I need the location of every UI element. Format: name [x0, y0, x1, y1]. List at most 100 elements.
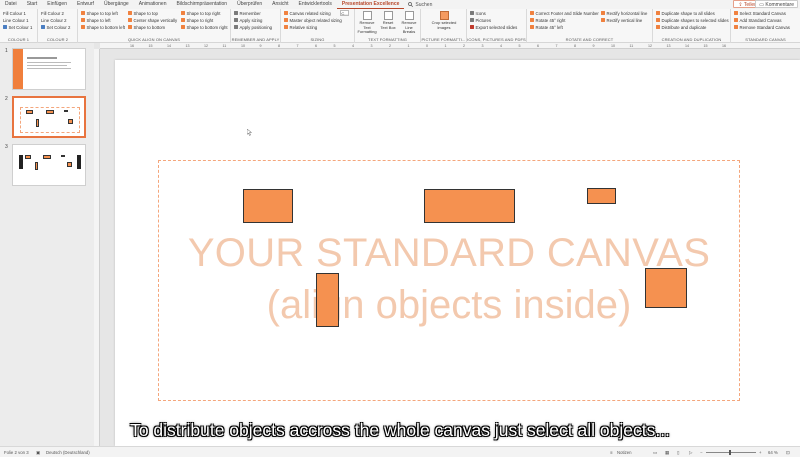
thumbnail-number: 1	[5, 48, 8, 54]
group-label: QUICK ALIGN ON CANVAS	[127, 37, 181, 42]
shape-top-right-button[interactable]: Shape to top right	[181, 10, 220, 16]
zoom-out-icon[interactable]: −	[700, 450, 703, 455]
orange-rectangle-4[interactable]	[316, 273, 339, 327]
zoom-in-icon[interactable]: +	[759, 450, 762, 455]
spellcheck-icon[interactable]: ▣	[36, 450, 40, 456]
center-vertically-button[interactable]: Center shape vertically	[128, 17, 177, 23]
crop-images-button[interactable]: Crop selected images	[431, 11, 457, 30]
group-label: STANDARD CANVAS	[745, 37, 786, 42]
language-indicator[interactable]: Deutsch (Deutschland)	[46, 450, 90, 455]
tab-bildschirmpraesentation[interactable]: Bildschirmpräsentation	[172, 0, 233, 9]
group-colour2: Fill Colour 2 Line Colour 2 Set Colour 2…	[38, 9, 78, 43]
vertical-line-icon	[601, 18, 605, 22]
slideshow-icon[interactable]: ▷	[689, 450, 692, 456]
shape-bottom-right-button[interactable]: Shape to bottom right	[181, 24, 228, 30]
thumb-shape	[64, 110, 68, 112]
orange-rectangle-3[interactable]	[587, 188, 616, 204]
pdf-icon	[470, 25, 474, 29]
group-label: CREATION AND DUPLICATION	[661, 37, 722, 42]
slide-sorter-icon[interactable]: ▦	[665, 450, 669, 456]
shape-bottom-button[interactable]: Shape to bottom	[128, 24, 165, 30]
thumb-shape	[46, 110, 54, 114]
tell-me-search[interactable]: Suchen	[408, 2, 432, 8]
tab-start[interactable]: Start	[22, 0, 43, 9]
export-slides-button[interactable]: Export selected slides	[470, 24, 517, 30]
select-standard-canvas-button[interactable]: Select Standard Canvas	[734, 10, 786, 16]
fill-colour-1-button[interactable]: Fill Colour 1	[3, 10, 26, 16]
shape-left-button[interactable]: Shape to left	[81, 17, 111, 23]
reading-view-icon[interactable]: ▯	[677, 450, 679, 456]
ruler-number: 6	[315, 43, 317, 48]
fit-slide-icon[interactable]: ⊡	[786, 450, 790, 456]
tab-entwicklertools[interactable]: Entwicklertools	[294, 0, 337, 9]
shape-right-button[interactable]: Shape to right	[181, 17, 213, 23]
apply-positioning-button[interactable]: Apply positioning	[234, 24, 272, 30]
rotate-left-button[interactable]: Rotate 45° left	[530, 24, 563, 30]
ruler-number: 3	[481, 43, 484, 48]
shape-top-button[interactable]: Shape to top	[128, 10, 158, 16]
master-object-sizing-button[interactable]: Master object related sizing	[284, 17, 342, 23]
thumb-shape	[26, 110, 33, 114]
group-text-formatting: Remove Text Formatting Reset Text Box Re…	[355, 9, 421, 43]
remove-line-breaks-button[interactable]: Remove Line Breaks	[399, 11, 419, 35]
tab-entwurf[interactable]: Entwurf	[72, 0, 99, 9]
group-colour1: Fill Colour 1 Line Colour 1 Set Colour 1…	[0, 9, 38, 43]
line-colour-1-button[interactable]: Line Colour 1	[3, 17, 29, 23]
set-colour-2-button[interactable]: Set Colour 2	[41, 24, 70, 30]
zoom-slider-track[interactable]	[706, 452, 756, 453]
duplicate-selected-slides-button[interactable]: Duplicate shapes to selected slides	[656, 17, 729, 23]
ruler-number: 4	[500, 43, 502, 48]
tab-uebergaenge[interactable]: Übergänge	[99, 0, 134, 9]
tab-einfuegen[interactable]: Einfügen	[42, 0, 72, 9]
shape-bottom-left-button[interactable]: Shape to bottom left	[81, 24, 125, 30]
orange-rectangle-5[interactable]	[645, 268, 687, 308]
zoom-slider-handle[interactable]	[729, 450, 731, 455]
remove-text-formatting-button[interactable]: Remove Text Formatting	[357, 11, 377, 35]
normal-view-icon[interactable]: ▭	[653, 450, 657, 456]
tab-ueberpruefen[interactable]: Überprüfen	[232, 0, 267, 9]
tab-ansicht[interactable]: Ansicht	[267, 0, 293, 9]
pictures-button[interactable]: Pictures	[470, 17, 491, 23]
ruler-number: 11	[629, 43, 634, 48]
canvas-related-sizing-button[interactable]: Canvas related sizing	[284, 10, 331, 16]
line-break-icon	[404, 11, 414, 20]
notes-icon[interactable]: ≡	[610, 450, 613, 455]
remember-button[interactable]: Remember	[234, 10, 261, 16]
slide-thumbnails-pane: 1 2 3	[0, 43, 94, 446]
slide-canvas[interactable]: YOUR STANDARD CANVAS (align objects insi…	[115, 60, 800, 446]
ruler-number: 7	[296, 43, 299, 48]
duplicate-all-slides-button[interactable]: Duplicate shape to all slides	[656, 10, 715, 16]
group-icons-pictures: Icons Pictures Export selected slides IC…	[467, 9, 527, 43]
notes-button[interactable]: Notizen	[617, 450, 632, 455]
reset-text-box-button[interactable]: Reset Text Box	[379, 11, 397, 30]
set-colour-1-button[interactable]: Set Colour 1	[3, 24, 32, 30]
zoom-level[interactable]: 64 %	[768, 450, 778, 455]
align-bottom-left-icon	[81, 25, 85, 29]
sizing-mode-select[interactable]: C...	[340, 10, 349, 16]
orange-rectangle-2[interactable]	[424, 189, 515, 223]
orange-rectangle-1[interactable]	[243, 189, 293, 223]
tab-datei[interactable]: Datei	[0, 0, 22, 9]
apply-sizing-button[interactable]: Apply sizing	[234, 17, 262, 23]
add-standard-canvas-button[interactable]: Add Standard Canvas	[734, 17, 782, 23]
fill-colour-2-button[interactable]: Fill Colour 2	[41, 10, 64, 16]
rectify-vertical-button[interactable]: Rectify vertical line	[601, 17, 642, 23]
correct-footer-button[interactable]: Correct Footer and Slide Number	[530, 10, 599, 16]
align-top-right-icon	[181, 11, 185, 15]
tab-presentation-excellence[interactable]: Presentation Excellence	[336, 0, 405, 9]
slide-thumbnail-3[interactable]	[12, 144, 86, 186]
rotate-right-button[interactable]: Rotate 45° right	[530, 17, 565, 23]
distribute-duplicate-button[interactable]: Distribute and duplicate	[656, 24, 706, 30]
shape-top-left-button[interactable]: Shape to top left	[81, 10, 118, 16]
tab-animationen[interactable]: Animationen	[134, 0, 172, 9]
rectify-horizontal-button[interactable]: Rectify horizontal line	[601, 10, 647, 16]
icons-button[interactable]: Icons	[470, 10, 486, 16]
group-picture-formatting: Crop selected images PICTURE FORMATTI...	[421, 9, 467, 43]
line-colour-2-button[interactable]: Line Colour 2	[41, 17, 67, 23]
slide-thumbnail-2[interactable]	[12, 96, 86, 138]
slide-thumbnail-1[interactable]	[12, 48, 86, 90]
relative-sizing-button[interactable]: Relative sizing	[284, 24, 317, 30]
comments-button[interactable]: ▭ Kommentare	[755, 0, 798, 8]
check-icon	[41, 25, 45, 29]
remove-standard-canvas-button[interactable]: Remove Standard Canvas	[734, 24, 790, 30]
